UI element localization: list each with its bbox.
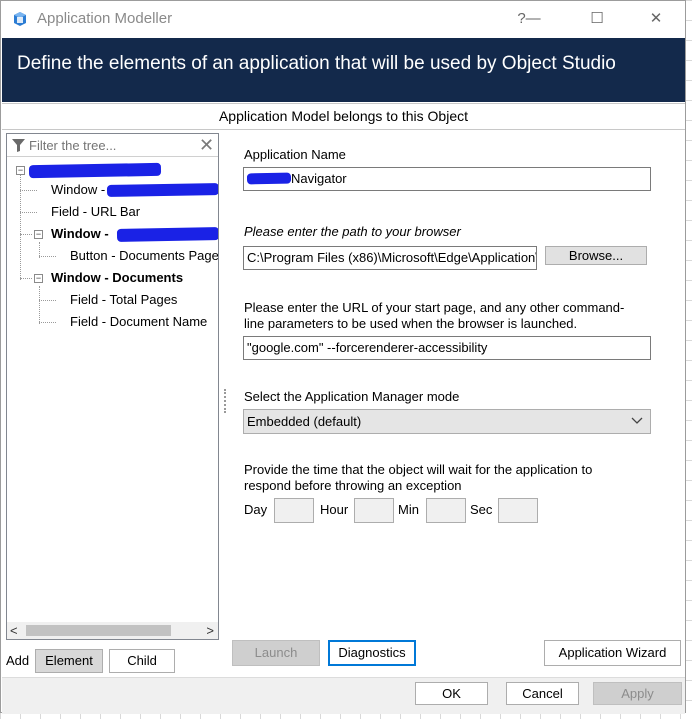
url-label-line1: Please enter the URL of your start page,… xyxy=(244,300,625,315)
tree-node-label: Button - Documents Page xyxy=(70,248,219,263)
collapse-window-2-toggle[interactable]: − xyxy=(34,230,43,239)
browser-path-input[interactable]: C:\Program Files (x86)\Microsoft\Edge\Ap… xyxy=(243,246,537,270)
min-input[interactable] xyxy=(426,498,466,523)
help-button[interactable]: ?— xyxy=(511,7,547,31)
tree-node-field-total-pages[interactable]: Field - Total Pages xyxy=(70,292,177,307)
minimize-icon[interactable]: — xyxy=(526,10,541,27)
tree-node-button-documents-page[interactable]: Button - Documents Page xyxy=(70,248,219,263)
redacted-app-name xyxy=(246,172,292,185)
mode-select[interactable]: Embedded (default) xyxy=(243,409,651,434)
wait-label-line2: respond before throwing an exception xyxy=(244,478,462,493)
scroll-thumb[interactable] xyxy=(26,625,171,636)
app-name-value: Navigator xyxy=(291,171,347,186)
application-wizard-button[interactable]: Application Wizard xyxy=(544,640,681,666)
chevron-down-icon xyxy=(631,417,643,424)
add-element-button[interactable]: Element xyxy=(35,649,103,673)
filter-icon xyxy=(12,139,25,152)
scroll-right-icon[interactable]: > xyxy=(206,622,214,639)
scroll-left-icon[interactable]: < xyxy=(10,622,18,639)
tree-node-field-url-bar[interactable]: Field - URL Bar xyxy=(51,204,140,219)
hour-label: Hour xyxy=(320,502,349,517)
hour-input[interactable] xyxy=(354,498,394,523)
app-icon xyxy=(14,12,26,26)
tree-node-window-documents[interactable]: Window - Documents xyxy=(51,270,183,285)
tree-node-window-1[interactable]: Window - xyxy=(51,182,105,197)
cancel-button[interactable]: Cancel xyxy=(506,682,579,705)
mode-selected-value: Embedded (default) xyxy=(247,414,362,429)
window-title: Application Modeller xyxy=(37,10,173,27)
tree-node-label: Window - xyxy=(51,226,109,241)
header-banner: Define the elements of an application th… xyxy=(2,38,685,102)
min-label: Min xyxy=(398,502,419,517)
start-url-input[interactable]: "google.com" --forcerenderer-accessibili… xyxy=(243,336,651,360)
close-icon: ✕ xyxy=(649,10,663,27)
dialog-footer xyxy=(2,677,685,714)
tree-node-label: Window - Documents xyxy=(51,270,184,285)
help-icon: ? xyxy=(517,10,526,27)
sec-input[interactable] xyxy=(498,498,538,523)
app-name-input[interactable]: Navigator xyxy=(243,167,651,191)
ok-button[interactable]: OK xyxy=(415,682,488,705)
tree-filter: ✕ xyxy=(7,134,218,157)
clear-filter-icon[interactable]: ✕ xyxy=(199,135,214,155)
tree-node-label: Field - Total Pages xyxy=(70,292,178,307)
panel-splitter[interactable] xyxy=(224,389,229,413)
redacted-root-name xyxy=(28,162,162,179)
apply-button[interactable]: Apply xyxy=(593,682,682,705)
browse-button[interactable]: Browse... xyxy=(545,246,647,265)
redacted-window-name-2 xyxy=(116,227,218,242)
model-owner-label: Application Model belongs to this Object xyxy=(2,103,685,130)
maximize-button[interactable]: ☐ xyxy=(582,7,612,31)
add-label: Add xyxy=(6,653,30,668)
tree-node-label: Window - xyxy=(51,182,106,197)
url-label-line2: line parameters to be used when the brow… xyxy=(244,316,578,331)
element-tree-panel: ✕ − Window - Field - URL Bar − Window - … xyxy=(6,133,219,640)
tree-horizontal-scrollbar[interactable]: < > xyxy=(7,622,218,639)
collapse-window-documents-toggle[interactable]: − xyxy=(34,274,43,283)
title-bar: Application Modeller ?— ☐ ✕ xyxy=(1,1,685,37)
sec-label: Sec xyxy=(470,502,493,517)
wait-label-line1: Provide the time that the object will wa… xyxy=(244,462,593,477)
tree-node-label: Field - URL Bar xyxy=(51,204,141,219)
mode-label: Select the Application Manager mode xyxy=(244,389,460,404)
maximize-icon: ☐ xyxy=(590,10,604,27)
filter-input[interactable] xyxy=(29,136,194,154)
day-input[interactable] xyxy=(274,498,314,523)
diagnostics-button[interactable]: Diagnostics xyxy=(328,640,416,666)
app-name-label: Application Name xyxy=(244,147,346,162)
tree-node-window-2[interactable]: Window - xyxy=(51,226,109,241)
launch-button[interactable]: Launch xyxy=(232,640,320,666)
tree-node-field-document-name[interactable]: Field - Document Name xyxy=(70,314,207,329)
redacted-window-name xyxy=(106,183,218,197)
browser-path-label: Please enter the path to your browser xyxy=(244,224,461,239)
tree-node-label: Field - Document Name xyxy=(70,314,208,329)
day-label: Day xyxy=(244,502,268,517)
collapse-root-toggle[interactable]: − xyxy=(16,166,25,175)
close-button[interactable]: ✕ xyxy=(641,7,671,31)
application-modeller-window: Application Modeller ?— ☐ ✕ Define the e… xyxy=(0,0,686,714)
add-child-button[interactable]: Child xyxy=(109,649,175,673)
